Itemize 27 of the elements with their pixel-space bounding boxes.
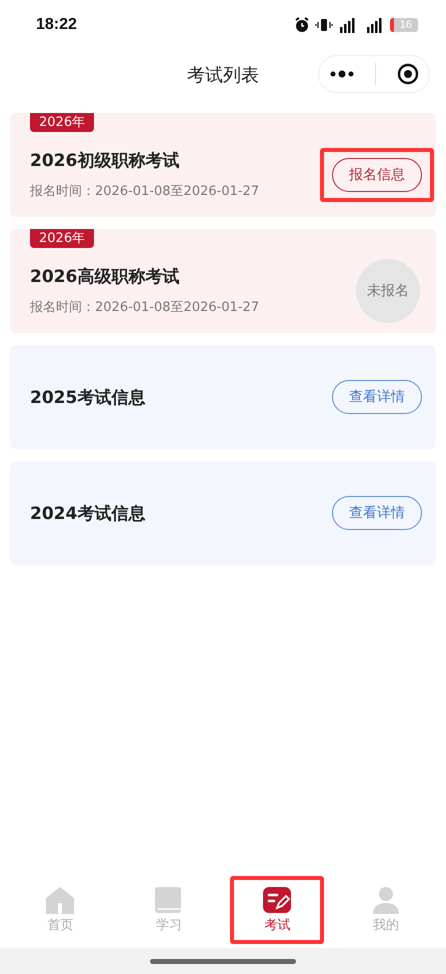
person-icon (370, 886, 401, 914)
exam-title: 2026高级职称考试 (30, 266, 180, 288)
exam-title: 2025考试信息 (30, 386, 146, 408)
tab-item[interactable]: 考试 (262, 886, 292, 934)
tab-item[interactable]: 学习 (154, 886, 184, 934)
tab-item[interactable]: 首页 (45, 886, 76, 934)
book-icon (154, 886, 184, 914)
registration-period: 报名时间：2026-01-08至2026-01-27 (30, 183, 260, 200)
action-button[interactable]: 查看详情 (332, 380, 422, 414)
alarm-icon (294, 17, 310, 33)
vibrate-icon (314, 17, 333, 33)
tab-item[interactable]: 我的 (370, 886, 401, 934)
year-badge: 2026年 (30, 229, 94, 248)
registration-period: 报名时间：2026-01-08至2026-01-27 (30, 299, 260, 316)
home-icon (45, 886, 76, 914)
action-button[interactable]: 报名信息 (332, 158, 422, 192)
action-button[interactable]: 未报名 (356, 258, 420, 322)
home-indicator[interactable] (150, 958, 296, 964)
exam-title: 2026初级职称考试 (30, 150, 180, 172)
status-time: 18:22 (36, 16, 77, 34)
year-badge: 2026年 (30, 113, 94, 132)
exam-title: 2024考试信息 (30, 502, 146, 524)
page-title: 考试列表 (187, 64, 259, 87)
more-icon[interactable] (329, 70, 356, 78)
action-button[interactable]: 查看详情 (332, 496, 422, 530)
exam-icon (262, 886, 292, 914)
close-icon[interactable] (396, 63, 419, 85)
